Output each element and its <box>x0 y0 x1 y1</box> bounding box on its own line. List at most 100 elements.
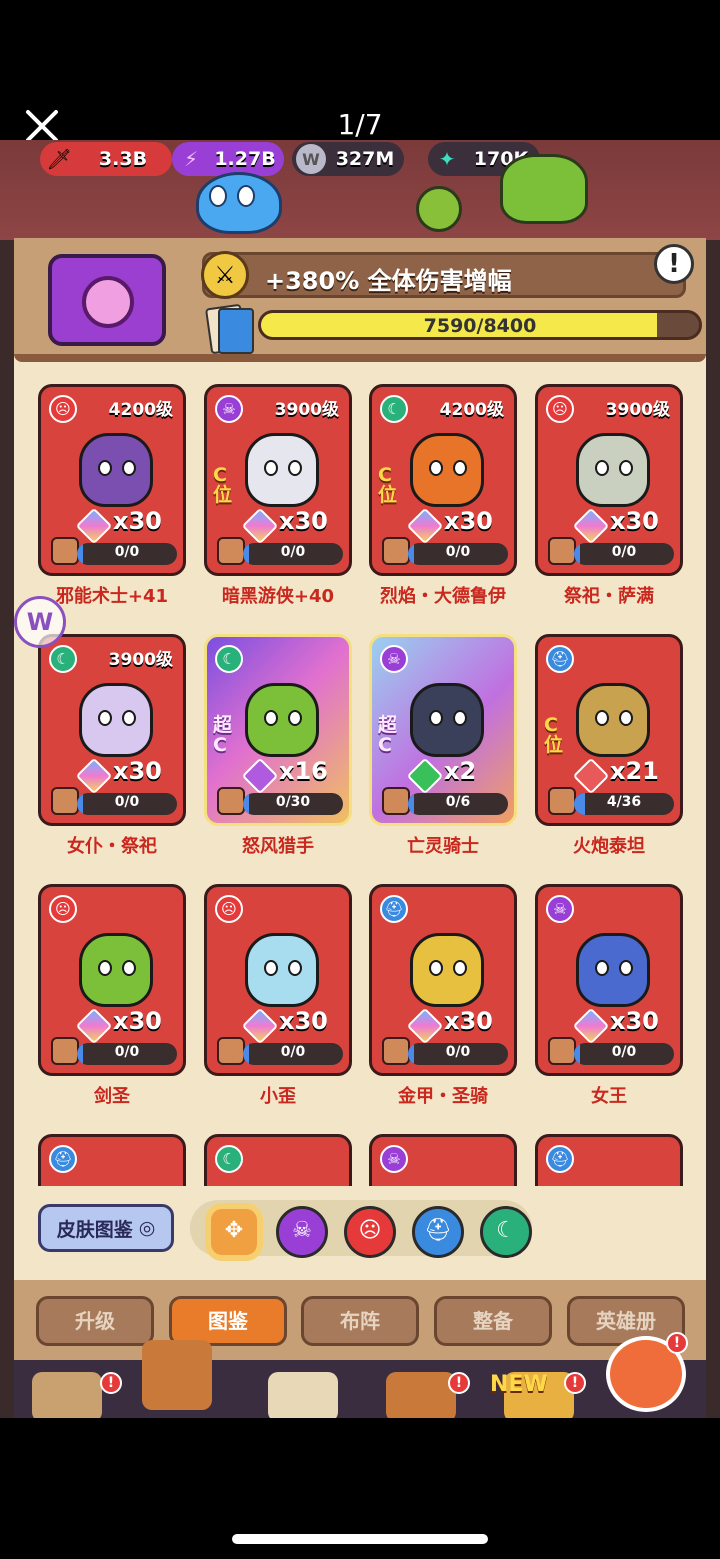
hero-card-frame[interactable]: ☹ 3900级 x30 0/0 <box>535 384 683 576</box>
tab-4[interactable]: 整备 <box>434 1296 552 1346</box>
hero-card[interactable]: ☠ 3900级 C位 x30 0/0 暗黑游侠+40 <box>204 384 352 607</box>
nav-icon-3[interactable] <box>268 1372 338 1418</box>
shard-icon <box>572 507 610 545</box>
shard-progress-bar: 0/0 <box>574 543 674 565</box>
hero-card-frame[interactable]: ☹ 4200级 x30 0/0 <box>38 384 186 576</box>
info-button[interactable]: ! <box>654 244 694 284</box>
hero-mini-avatar <box>51 537 79 565</box>
hero-card-frame[interactable]: ☠ x30 0/0 <box>535 884 683 1076</box>
hero-card-frame[interactable]: ⛑ C位 x21 4/36 <box>535 634 683 826</box>
angry-face-icon: ☹ <box>546 395 574 423</box>
filter-all-button[interactable]: ✥ <box>208 1206 260 1258</box>
skin-gallery-button[interactable]: 皮肤图鉴 ◎ <box>38 1204 174 1252</box>
hero-card-frame[interactable]: ☠ <box>369 1134 517 1186</box>
hero-portrait <box>245 433 319 507</box>
shard-progress-bar: 0/0 <box>243 1043 343 1065</box>
collection-chest-icon[interactable] <box>48 254 166 346</box>
w-coin-icon: W <box>296 144 326 174</box>
hero-card-frame[interactable]: ☹ x30 0/0 <box>38 884 186 1076</box>
helmet-icon: ⛑ <box>424 1218 452 1243</box>
hero-card[interactable]: ☹ 3900级 x30 0/0 祭祀・萨满 <box>535 384 683 607</box>
goblin-character <box>416 186 462 232</box>
shard-count: x30 <box>610 507 659 535</box>
shard-icon <box>75 507 113 545</box>
gem-icon: ✦ <box>438 147 456 171</box>
hero-card[interactable]: ⛑ <box>38 1134 186 1186</box>
shard-icon <box>241 1007 279 1045</box>
tab-2[interactable]: 图鉴 <box>169 1296 287 1346</box>
tab-1[interactable]: 升级 <box>36 1296 154 1346</box>
hero-card[interactable]: ☠ 超C x2 0/6 亡灵骑士 <box>369 634 517 857</box>
nav-icon-4[interactable] <box>386 1372 456 1418</box>
hero-portrait <box>576 683 650 757</box>
nav-icon-2[interactable] <box>142 1340 212 1410</box>
tab-3[interactable]: 布阵 <box>301 1296 419 1346</box>
moon-icon: ☾ <box>380 395 408 423</box>
hero-role-tag: C位 <box>378 464 398 506</box>
hero-mini-avatar <box>51 1037 79 1065</box>
shard-progress-bar: 0/6 <box>408 793 508 815</box>
helmet-icon: ⛑ <box>546 1145 574 1173</box>
shard-progress-text: 0/0 <box>611 544 637 560</box>
shard-count: x30 <box>610 1007 659 1035</box>
filter-helmet-blue-button[interactable]: ⛑ <box>412 1206 464 1258</box>
shard-count: x16 <box>279 757 328 785</box>
shard-count: x30 <box>113 507 162 535</box>
sword-icon: 🗡 <box>46 147 72 171</box>
shard-progress-bar: 0/0 <box>77 793 177 815</box>
nav-icon-1[interactable] <box>32 1372 102 1418</box>
hero-card[interactable]: ⛑ <box>535 1134 683 1186</box>
collection-progress-bar: 7590/8400 <box>258 310 702 340</box>
shard-progress-text: 0/0 <box>445 544 471 560</box>
hero-card-frame[interactable]: ☹ x30 0/0 <box>204 884 352 1076</box>
damage-bonus-bar: ⚔ +380% 全体伤害增幅 <box>201 251 686 299</box>
filter-skull-red-button[interactable]: ☹ <box>344 1206 396 1258</box>
hero-card[interactable]: ☾ 4200级 C位 x30 0/0 烈焰・大德鲁伊 <box>369 384 517 607</box>
filter-skull-purple-button[interactable]: ☠ <box>276 1206 328 1258</box>
hero-card-frame[interactable]: ☠ 3900级 C位 x30 0/0 <box>204 384 352 576</box>
filter-moon-green-button[interactable]: ☾ <box>480 1206 532 1258</box>
helmet-icon: ⛑ <box>546 645 574 673</box>
hero-card-frame[interactable]: ☾ 超C x16 0/30 <box>204 634 352 826</box>
hero-level: 4200级 <box>439 400 504 420</box>
hero-card[interactable]: ⛑ C位 x21 4/36 火炮泰坦 <box>535 634 683 857</box>
hero-card[interactable]: ☾ 超C x16 0/30 怒风猎手 <box>204 634 352 857</box>
game-screenshot: 🗡 3.3B ⚡ 1.27B W 327M ✦ 170K ⚔ +380% 全体伤… <box>0 140 720 1418</box>
hero-role-tag: C位 <box>213 464 233 506</box>
shard-icon <box>75 1007 113 1045</box>
hero-card[interactable]: ☹ x30 0/0 剑圣 <box>38 884 186 1107</box>
hero-name: 祭祀・萨满 <box>564 586 654 607</box>
hero-card-frame[interactable]: ⛑ x30 0/0 <box>369 884 517 1076</box>
hero-card[interactable]: ☾ <box>204 1134 352 1186</box>
hero-mini-avatar <box>548 787 576 815</box>
hero-card[interactable]: ☠ <box>369 1134 517 1186</box>
floating-w-button[interactable]: W <box>14 596 66 648</box>
skin-gallery-label: 皮肤图鉴 <box>56 1218 133 1241</box>
skull-icon: ☠ <box>380 1145 408 1173</box>
hero-card[interactable]: ☹ 4200级 x30 0/0 邪能术士+41 <box>38 384 186 607</box>
hero-card-frame[interactable]: ☾ 3900级 x30 0/0 <box>38 634 186 826</box>
hero-card-frame[interactable]: ⛑ <box>535 1134 683 1186</box>
hero-card[interactable]: ☹ x30 0/0 小歪 <box>204 884 352 1107</box>
hero-card-frame[interactable]: ☾ 4200级 C位 x30 0/0 <box>369 384 517 576</box>
home-indicator[interactable] <box>232 1534 488 1544</box>
hero-role-tag: 超C <box>378 714 398 756</box>
hero-card[interactable]: ⛑ x30 0/0 金甲・圣骑 <box>369 884 517 1107</box>
sword-badge-icon: ⚔ <box>201 251 249 299</box>
hero-name: 亡灵骑士 <box>407 836 479 857</box>
shard-progress-text: 0/0 <box>445 1044 471 1060</box>
hero-name: 火炮泰坦 <box>573 836 645 857</box>
hero-card-frame[interactable]: ☠ 超C x2 0/6 <box>369 634 517 826</box>
hero-level: 3900级 <box>274 400 339 420</box>
shard-count: x30 <box>113 1007 162 1035</box>
hero-card[interactable]: ☠ x30 0/0 女王 <box>535 884 683 1107</box>
hero-portrait <box>410 433 484 507</box>
hero-card-frame[interactable]: ⛑ <box>38 1134 186 1186</box>
hero-name: 暗黑游侠+40 <box>221 586 335 607</box>
shard-progress-text: 0/0 <box>114 544 140 560</box>
hero-card[interactable]: ☾ 3900级 x30 0/0 女仆・祭祀 <box>38 634 186 857</box>
hero-card-frame[interactable]: ☾ <box>204 1134 352 1186</box>
hero-name: 烈焰・大德鲁伊 <box>380 586 506 607</box>
helmet-icon: ⛑ <box>380 895 408 923</box>
hero-grid: ☹ 4200级 x30 0/0 邪能术士+41 ☠ 3900级 C位 x30 0… <box>14 370 706 1186</box>
